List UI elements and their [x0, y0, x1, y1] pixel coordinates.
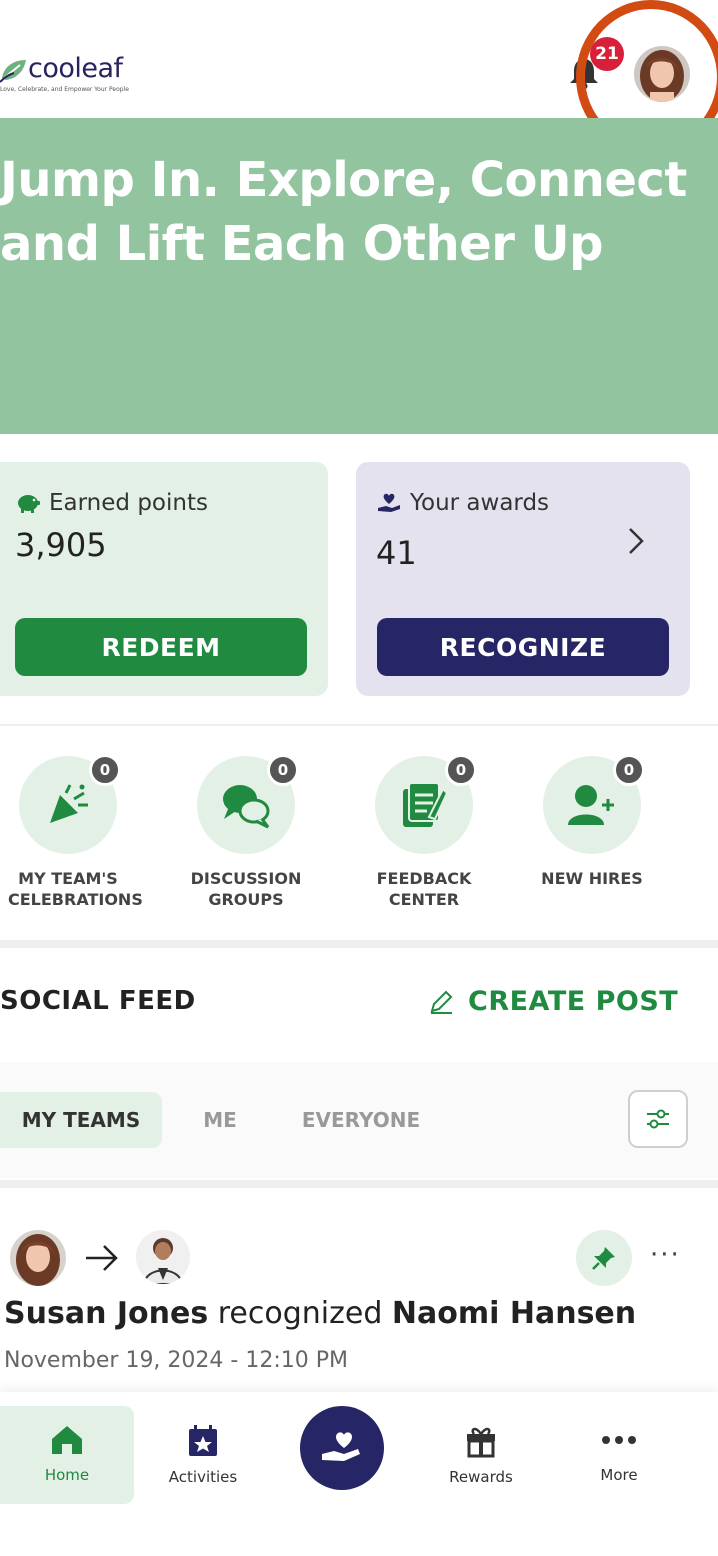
- logo-word: cooleaf: [28, 53, 123, 84]
- nav-rewards[interactable]: Rewards: [414, 1406, 548, 1504]
- nav-more-label: More: [600, 1466, 638, 1484]
- earned-points-value: 3,905: [15, 526, 107, 564]
- your-awards-label-row: Your awards: [376, 490, 549, 516]
- party-popper-icon: [50, 784, 88, 823]
- quick-link-label: FEEDBACK CENTER: [376, 869, 472, 909]
- your-awards-card[interactable]: Your awards 41 RECOGNIZE: [356, 462, 690, 696]
- sender-avatar[interactable]: [10, 1230, 66, 1286]
- add-user-icon: [568, 785, 614, 825]
- pin-icon: [592, 1247, 615, 1270]
- tab-my-teams[interactable]: MY TEAMS: [0, 1092, 162, 1148]
- hand-heart-icon: [378, 493, 400, 512]
- feedback-icon: [403, 782, 449, 827]
- arrow-right-icon: [86, 1245, 118, 1271]
- nav-activities[interactable]: Activities: [136, 1406, 270, 1504]
- quick-link-label: MY TEAM'S CELEBRATIONS: [8, 869, 143, 909]
- create-post-button[interactable]: CREATE POST: [428, 986, 678, 1017]
- earned-points-label: Earned points: [49, 490, 208, 516]
- post-headline: Susan Jones recognized Naomi Hansen: [4, 1296, 636, 1331]
- app-header: cooleaf Love, Celebrate, and Empower You…: [0, 0, 718, 154]
- hand-heart-icon: [322, 1432, 360, 1461]
- home-icon: [52, 1426, 82, 1454]
- quick-link-label: DISCUSSION GROUPS: [190, 869, 302, 909]
- quick-link-feedback-center[interactable]: 0 FEEDBACK CENTER: [364, 754, 484, 910]
- redeem-button[interactable]: REDEEM: [15, 618, 307, 676]
- post-verb: recognized: [217, 1296, 383, 1331]
- calendar-star-icon: [189, 1425, 217, 1456]
- earned-points-label-row: Earned points: [15, 490, 208, 516]
- piggy-bank-icon: [18, 495, 40, 513]
- cooleaf-logo[interactable]: cooleaf Love, Celebrate, and Empower You…: [0, 52, 129, 93]
- your-awards-value: 41: [376, 534, 417, 572]
- tab-everyone[interactable]: EVERYONE: [286, 1092, 436, 1148]
- nav-more[interactable]: More: [552, 1406, 686, 1504]
- recognize-button[interactable]: RECOGNIZE: [377, 618, 669, 676]
- recipient-avatar[interactable]: [136, 1230, 190, 1284]
- divider: [0, 1180, 718, 1188]
- quick-link-new-hires[interactable]: 0 NEW HIRES: [532, 754, 652, 889]
- pin-button[interactable]: [576, 1230, 632, 1286]
- feedback-count-badge: 0: [445, 754, 477, 786]
- post-more-menu[interactable]: ···: [650, 1240, 681, 1270]
- recipient-name[interactable]: Naomi Hansen: [392, 1296, 636, 1331]
- nav-home[interactable]: Home: [0, 1406, 134, 1504]
- divider: [0, 940, 718, 948]
- nav-rewards-label: Rewards: [449, 1468, 513, 1486]
- earned-points-card: Earned points 3,905 REDEEM: [0, 462, 328, 696]
- chat-bubbles-icon: [223, 785, 270, 829]
- celebrations-count-badge: 0: [89, 754, 121, 786]
- hero-title: Jump In. Explore, Connect and Lift Each …: [0, 152, 687, 272]
- nav-activities-label: Activities: [168, 1468, 238, 1486]
- hero-banner: Jump In. Explore, Connect and Lift Each …: [0, 118, 718, 434]
- new-hires-count-badge: 0: [613, 754, 645, 786]
- pencil-icon: [430, 990, 453, 1014]
- leaf-logo-icon: [0, 60, 26, 83]
- logo-tagline: Love, Celebrate, and Empower Your People: [0, 86, 129, 93]
- quick-link-label: NEW HIRES: [541, 869, 643, 888]
- nav-home-label: Home: [44, 1466, 90, 1484]
- divider: [0, 724, 718, 726]
- chevron-right-icon[interactable]: [626, 526, 646, 556]
- post-date: November 19, 2024 - 12:10 PM: [4, 1348, 348, 1373]
- sender-name[interactable]: Susan Jones: [4, 1296, 208, 1331]
- recognize-fab[interactable]: [300, 1406, 384, 1490]
- your-awards-label: Your awards: [410, 490, 550, 516]
- quick-link-discussion-groups[interactable]: 0 DISCUSSION GROUPS: [186, 754, 306, 910]
- social-feed-title: SOCIAL FEED: [0, 986, 196, 1016]
- quick-link-celebrations[interactable]: 0 MY TEAM'S CELEBRATIONS: [8, 754, 143, 910]
- sliders-icon: [647, 1109, 669, 1129]
- create-post-label: CREATE POST: [468, 986, 679, 1017]
- dots-icon: [602, 1436, 636, 1444]
- gift-icon: [467, 1427, 495, 1458]
- tab-me[interactable]: ME: [180, 1092, 260, 1148]
- filter-button[interactable]: [628, 1090, 688, 1148]
- discussion-count-badge: 0: [267, 754, 299, 786]
